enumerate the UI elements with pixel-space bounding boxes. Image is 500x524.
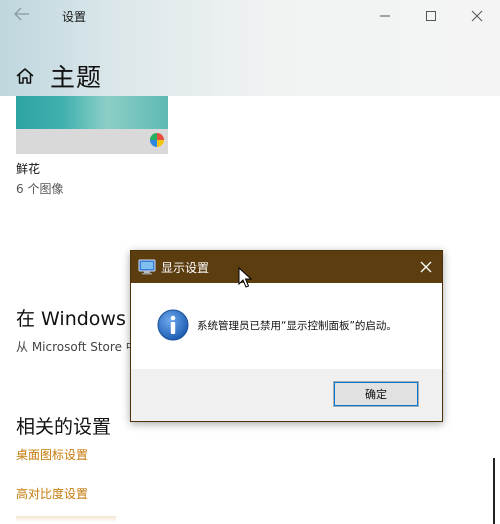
maximize-icon bbox=[426, 11, 436, 21]
scrollbar[interactable] bbox=[493, 458, 495, 524]
display-settings-icon bbox=[138, 258, 156, 276]
app-title: 设置 bbox=[62, 10, 87, 24]
home-icon[interactable] bbox=[14, 65, 36, 87]
theme-image-count: 6 个图像 bbox=[16, 182, 64, 196]
dialog-message: 系统管理员已禁用“显示控制面板”的启动。 bbox=[197, 320, 397, 332]
close-button[interactable] bbox=[462, 4, 492, 28]
page-header: 主题 bbox=[14, 58, 102, 94]
theme-name: 鲜花 bbox=[16, 162, 41, 176]
high-contrast-settings-link[interactable]: 高对比度设置 bbox=[16, 485, 88, 502]
close-icon bbox=[420, 261, 432, 273]
info-icon bbox=[157, 309, 189, 341]
display-settings-dialog: 显示设置 系统管理员已禁用“显示控制面板”的启动。 确定 bbox=[130, 250, 443, 422]
maximize-button[interactable] bbox=[416, 4, 446, 28]
title-bar: 设置 主题 bbox=[0, 0, 500, 96]
dialog-body: 系统管理员已禁用“显示控制面板”的启动。 bbox=[131, 283, 442, 369]
ok-button[interactable]: 确定 bbox=[333, 381, 419, 407]
settings-window: 设置 主题 鲜花 6 个图像 在 Windows 中 从 Microsoft S… bbox=[0, 0, 500, 524]
minimize-button[interactable] bbox=[370, 4, 400, 28]
partial-link-fade bbox=[16, 516, 116, 522]
close-icon bbox=[471, 10, 483, 22]
desktop-icon-settings-link[interactable]: 桌面图标设置 bbox=[16, 446, 88, 463]
dialog-title: 显示设置 bbox=[161, 261, 210, 275]
theme-preview-taskbar bbox=[16, 129, 168, 154]
color-wheel-icon bbox=[150, 133, 164, 147]
mouse-cursor-icon bbox=[238, 266, 253, 289]
store-section-subtitle: 从 Microsoft Store 中 bbox=[16, 340, 138, 354]
minimize-icon bbox=[380, 15, 390, 17]
page-title: 主题 bbox=[50, 63, 103, 92]
theme-preview-image bbox=[16, 96, 168, 129]
related-settings-title: 相关的设置 bbox=[16, 416, 112, 438]
dialog-close-button[interactable] bbox=[416, 257, 436, 277]
dialog-title-bar[interactable]: 显示设置 bbox=[131, 251, 442, 283]
dialog-footer: 确定 bbox=[131, 369, 442, 421]
back-arrow-icon[interactable] bbox=[10, 6, 34, 26]
theme-thumbnail[interactable] bbox=[16, 96, 168, 154]
